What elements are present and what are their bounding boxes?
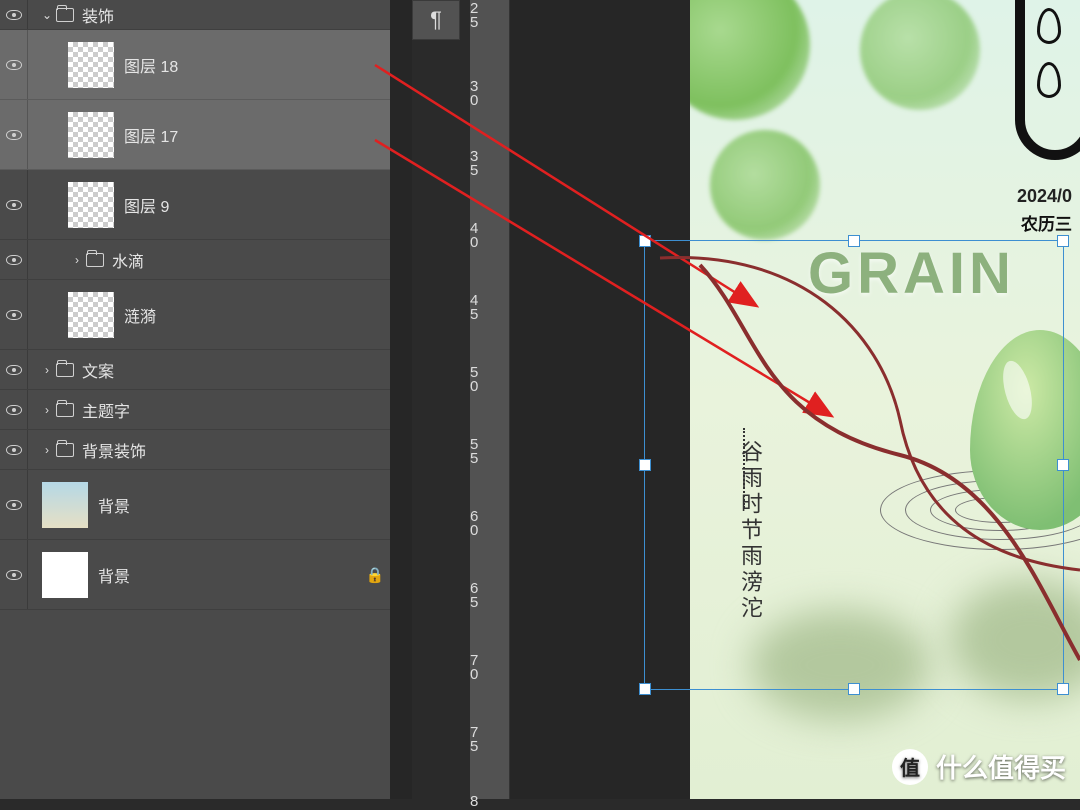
layer-row[interactable]: 背景 🔒 [0, 540, 390, 610]
eye-icon [6, 255, 22, 265]
visibility-toggle[interactable] [0, 240, 28, 279]
visibility-toggle[interactable] [0, 170, 28, 239]
eye-icon [6, 60, 22, 70]
raindrop-icon [1037, 62, 1061, 98]
vertical-ruler[interactable]: 25 30 35 40 45 50 55 60 65 70 75 8 [470, 0, 510, 799]
visibility-toggle[interactable] [0, 430, 28, 469]
layer-label: 图层 18 [124, 53, 390, 77]
layer-label: 装饰 [82, 3, 390, 27]
chevron-down-icon: ⌄ [42, 8, 52, 22]
eye-icon [6, 130, 22, 140]
layer-group-row[interactable]: ⌄ 装饰 [0, 0, 390, 30]
visibility-toggle[interactable] [0, 100, 28, 169]
vertical-poem-text: 谷雨时节雨滂沱 [734, 440, 766, 622]
eye-icon [6, 10, 22, 20]
visibility-toggle[interactable] [0, 350, 28, 389]
visibility-toggle[interactable] [0, 390, 28, 429]
eye-icon [6, 570, 22, 580]
visibility-toggle[interactable] [0, 470, 28, 539]
date-subtitle: 农历三 [1021, 210, 1072, 235]
title-frame-art [1015, 0, 1080, 160]
layer-label: 背景 [98, 563, 360, 587]
layer-thumbnail [68, 182, 114, 228]
blur-blob [750, 610, 930, 720]
collapse-toggle[interactable]: ⌄ [38, 8, 56, 22]
eye-icon [6, 500, 22, 510]
chevron-right-icon: › [45, 443, 49, 457]
watermark-badge: 值 [892, 749, 928, 785]
paragraph-marks-button[interactable]: ¶ [412, 0, 460, 40]
watermark-text: 什么值得买 [936, 748, 1066, 785]
layer-group-row[interactable]: › 主题字 [0, 390, 390, 430]
foliage-art [710, 130, 820, 240]
layer-label: 背景 [98, 493, 390, 517]
layer-label: 背景装饰 [82, 438, 390, 462]
collapse-toggle[interactable]: › [38, 443, 56, 457]
layer-thumbnail [68, 42, 114, 88]
document-artboard[interactable]: 2024/0 农历三 [690, 0, 1080, 799]
folder-icon [56, 363, 74, 377]
raindrop-icon [1037, 8, 1061, 44]
layers-panel: ⌄ 装饰 图层 18 图层 17 图层 9 › 水滴 涟漪 [0, 0, 390, 799]
chevron-right-icon: › [75, 253, 79, 267]
layer-thumbnail [42, 552, 88, 598]
eye-icon [6, 200, 22, 210]
eye-icon [6, 310, 22, 320]
eye-icon [6, 445, 22, 455]
visibility-toggle[interactable] [0, 30, 28, 99]
layer-group-row[interactable]: › 文案 [0, 350, 390, 390]
folder-icon [86, 253, 104, 267]
layer-label: 主题字 [82, 398, 390, 422]
eye-icon [6, 365, 22, 375]
collapse-toggle[interactable]: › [38, 403, 56, 417]
collapse-toggle[interactable]: › [38, 363, 56, 377]
layer-thumbnail [42, 482, 88, 528]
layer-group-row[interactable]: › 水滴 [0, 240, 390, 280]
layer-group-row[interactable]: › 背景装饰 [0, 430, 390, 470]
folder-icon [56, 443, 74, 457]
eye-icon [6, 405, 22, 415]
layer-label: 图层 9 [124, 193, 390, 217]
pilcrow-icon: ¶ [430, 7, 442, 33]
layer-row[interactable]: 背景 [0, 470, 390, 540]
date-text: 2024/0 [1017, 186, 1072, 207]
layer-row[interactable]: 涟漪 [0, 280, 390, 350]
layer-thumbnail [68, 292, 114, 338]
layer-label: 图层 17 [124, 123, 390, 147]
layer-row[interactable]: 图层 18 [0, 30, 390, 100]
layer-label: 涟漪 [124, 303, 390, 327]
layer-row[interactable]: 图层 9 [0, 170, 390, 240]
folder-icon [56, 8, 74, 22]
layer-label: 水滴 [112, 248, 390, 272]
layer-row[interactable]: 图层 17 [0, 100, 390, 170]
visibility-toggle[interactable] [0, 0, 28, 29]
foliage-art [860, 0, 980, 110]
visibility-toggle[interactable] [0, 540, 28, 609]
watermark: 值 什么值得买 [892, 748, 1066, 785]
headline-text: GRAIN [808, 240, 1015, 307]
panel-divider[interactable] [390, 0, 412, 799]
foliage-art [690, 0, 810, 120]
layer-thumbnail [68, 112, 114, 158]
waterdrop-art [970, 330, 1080, 530]
blur-blob [950, 580, 1080, 700]
folder-icon [56, 403, 74, 417]
chevron-right-icon: › [45, 403, 49, 417]
collapse-toggle[interactable]: › [68, 253, 86, 267]
lock-icon[interactable]: 🔒 [360, 566, 390, 584]
chevron-right-icon: › [45, 363, 49, 377]
layer-label: 文案 [82, 358, 390, 382]
visibility-toggle[interactable] [0, 280, 28, 349]
